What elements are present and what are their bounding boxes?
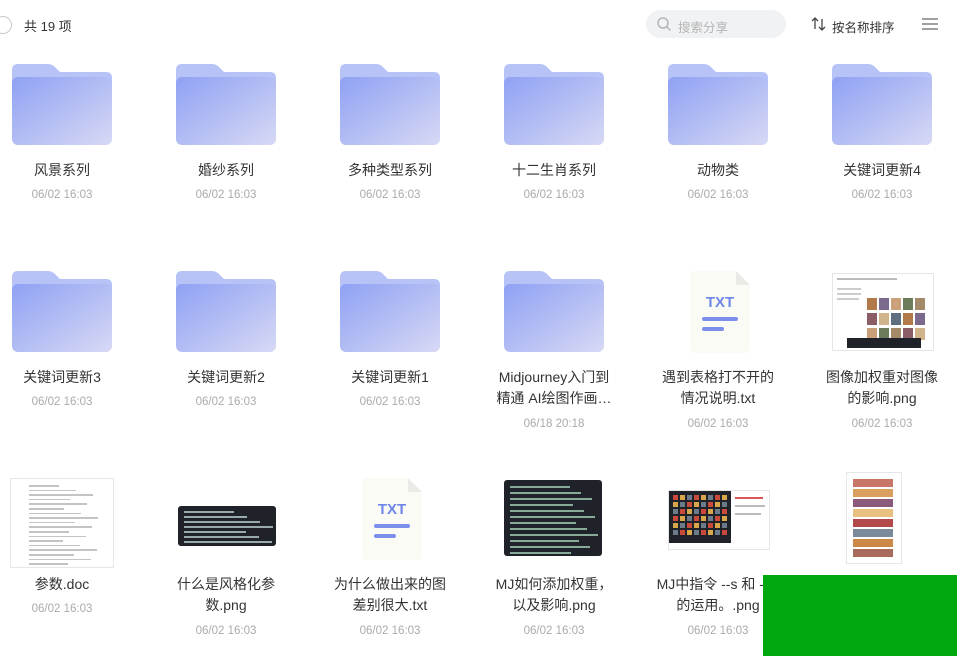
folder-icon <box>340 271 440 352</box>
overlay-block <box>763 575 957 656</box>
item-date: 06/02 16:03 <box>359 396 421 408</box>
item-date: 06/02 16:03 <box>359 189 421 201</box>
image-thumbnail <box>846 472 902 564</box>
item-name: MJ中指令 --s 和 -- c 的运用。.png <box>656 576 780 613</box>
folder-item[interactable]: 多种类型系列 06/02 16:03 <box>328 48 492 248</box>
item-thumbnail <box>174 58 278 154</box>
image-thumbnail <box>504 480 602 556</box>
item-name: 关键词更新2 <box>187 369 265 385</box>
item-thumbnail <box>504 480 608 576</box>
item-name: 遇到表格打不开的情况说明.txt <box>662 369 774 406</box>
item-date: 06/02 16:03 <box>195 189 257 201</box>
item-date: 06/02 16:03 <box>195 625 257 637</box>
folder-icon <box>12 271 112 352</box>
item-name: Midjourney入门到精通 AI绘图作画… <box>496 369 612 406</box>
search-input[interactable]: 搜索分享 <box>646 10 786 38</box>
sort-label: 按名称排序 <box>832 21 895 35</box>
select-all-checkbox[interactable] <box>0 16 12 34</box>
item-name: 什么是风格化参数.png <box>177 576 275 613</box>
folder-item[interactable]: 十二生肖系列 06/02 16:03 <box>492 48 656 248</box>
folder-icon <box>176 271 276 352</box>
item-date: 06/02 16:03 <box>687 189 749 201</box>
txt-badge: TXT <box>706 294 734 311</box>
folder-item[interactable]: 关键词更新2 06/02 16:03 <box>164 255 328 455</box>
item-date: 06/02 16:03 <box>687 625 749 637</box>
item-count: 共 19 项 <box>24 19 72 34</box>
folder-item[interactable]: 关键词更新1 06/02 16:03 <box>328 255 492 455</box>
folder-item[interactable]: 婚纱系列 06/02 16:03 <box>164 48 328 248</box>
folder-item[interactable]: 风景系列 06/02 16:03 <box>0 48 164 248</box>
txt-file-icon: TXT <box>362 478 422 560</box>
item-thumbnail <box>176 478 280 574</box>
item-thumbnail <box>10 265 114 361</box>
item-thumbnail <box>666 58 770 154</box>
item-thumbnail <box>668 480 772 576</box>
file-item[interactable]: TXT 为什么做出来的图差别很大.txt 06/02 16:03 <box>328 462 492 662</box>
folder-icon <box>340 64 440 145</box>
item-date: 06/02 16:03 <box>523 189 585 201</box>
item-name: 参数.doc <box>34 576 90 592</box>
item-thumbnail: TXT <box>666 265 770 361</box>
folder-icon <box>176 64 276 145</box>
item-thumbnail <box>502 265 606 361</box>
item-date: 06/18 20:18 <box>523 418 585 430</box>
folder-icon <box>504 271 604 352</box>
txt-file-icon: TXT <box>690 271 750 353</box>
item-name: 关键词更新1 <box>351 369 429 385</box>
item-thumbnail <box>174 265 278 361</box>
file-item[interactable]: 参数.doc 06/02 16:03 <box>0 462 164 662</box>
file-item[interactable]: 什么是风格化参数.png 06/02 16:03 <box>164 462 328 662</box>
doc-thumbnail <box>10 478 114 568</box>
item-name: 为什么做出来的图差别很大.txt <box>334 576 446 613</box>
item-thumbnail <box>830 58 934 154</box>
item-thumbnail <box>338 265 442 361</box>
item-date: 06/02 16:03 <box>851 418 913 430</box>
folder-icon <box>832 64 932 145</box>
item-date: 06/02 16:03 <box>851 189 913 201</box>
item-name: MJ如何添加权重，以及影响.png <box>495 576 613 613</box>
item-name: 图像加权重对图像的影响.png <box>826 369 938 406</box>
item-name: 关键词更新3 <box>23 369 101 385</box>
txt-badge: TXT <box>378 501 406 518</box>
item-thumbnail <box>832 273 936 369</box>
item-name: 关键词更新4 <box>843 162 921 178</box>
item-date: 06/02 16:03 <box>31 603 93 615</box>
sort-icon <box>811 17 826 31</box>
item-date: 06/02 16:03 <box>687 418 749 430</box>
item-thumbnail <box>502 58 606 154</box>
item-name: 风景系列 <box>34 162 90 178</box>
folder-item[interactable]: Midjourney入门到精通 AI绘图作画… 06/18 20:18 <box>492 255 656 455</box>
folder-icon <box>12 64 112 145</box>
item-thumbnail: TXT <box>338 472 442 568</box>
folder-icon <box>668 64 768 145</box>
file-item[interactable]: MJ如何添加权重，以及影响.png 06/02 16:03 <box>492 462 656 662</box>
view-menu-icon[interactable] <box>921 16 939 32</box>
item-thumbnail <box>338 58 442 154</box>
item-date: 06/02 16:03 <box>31 396 93 408</box>
item-thumbnail <box>10 478 114 574</box>
toolbar: 共 19 项 搜索分享 按名称排序 <box>0 0 957 48</box>
image-thumbnail <box>668 490 770 550</box>
item-date: 06/02 16:03 <box>195 396 257 408</box>
file-item[interactable]: 图像加权重对图像的影响.png 06/02 16:03 <box>820 255 957 455</box>
file-item[interactable]: TXT 遇到表格打不开的情况说明.txt 06/02 16:03 <box>656 255 820 455</box>
item-name: 动物类 <box>697 162 739 178</box>
item-name: 十二生肖系列 <box>512 162 596 178</box>
folder-icon <box>504 64 604 145</box>
image-thumbnail <box>178 506 276 546</box>
folder-item[interactable]: 关键词更新3 06/02 16:03 <box>0 255 164 455</box>
folder-item[interactable]: 动物类 06/02 16:03 <box>656 48 820 248</box>
item-thumbnail <box>832 472 936 568</box>
image-thumbnail <box>832 273 934 351</box>
search-icon <box>657 17 671 31</box>
item-name: 婚纱系列 <box>198 162 254 178</box>
item-date: 06/02 16:03 <box>359 625 421 637</box>
item-name: 多种类型系列 <box>348 162 432 178</box>
item-date: 06/02 16:03 <box>523 625 585 637</box>
item-date: 06/02 16:03 <box>31 189 93 201</box>
search-placeholder: 搜索分享 <box>678 21 729 35</box>
folder-item[interactable]: 关键词更新4 06/02 16:03 <box>820 48 957 248</box>
item-thumbnail <box>10 58 114 154</box>
